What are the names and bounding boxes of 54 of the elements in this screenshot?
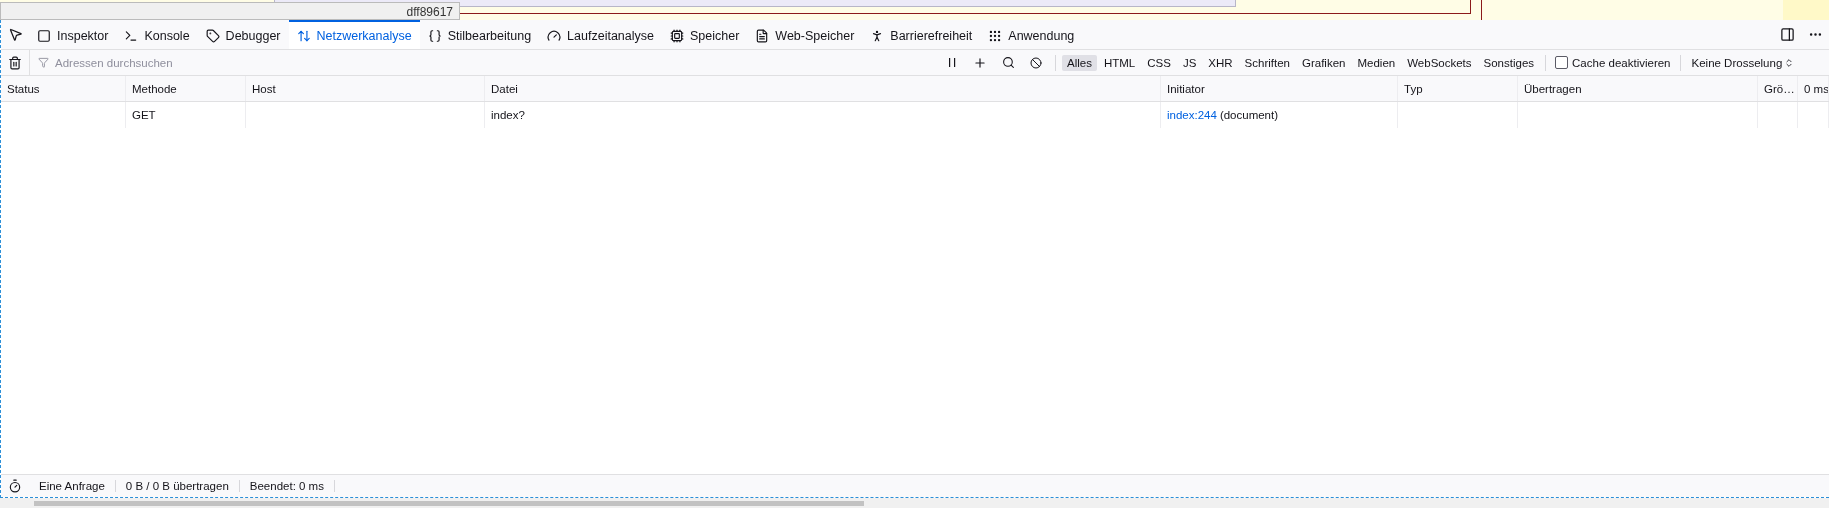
gauge-icon: [547, 28, 562, 43]
checkbox[interactable]: [1555, 56, 1569, 69]
initiator-type: (document): [1219, 109, 1279, 121]
status-text: 0 B / 0 B übertragen: [115, 480, 240, 492]
terminal-icon: [124, 28, 139, 43]
grid-icon: [988, 28, 1003, 43]
devtools-tab[interactable]: Web-Speicher: [747, 20, 863, 49]
filter-button[interactable]: Medien: [1352, 54, 1401, 71]
tag-icon: [205, 28, 220, 43]
filter-button[interactable]: CSS: [1142, 54, 1176, 71]
column-header[interactable]: Typ: [1398, 76, 1518, 101]
throttling-select[interactable]: Keine Drosselung: [1685, 56, 1801, 69]
filter-button[interactable]: Alles: [1062, 54, 1097, 71]
filter-icon: [38, 57, 49, 68]
arrows-icon: [296, 28, 311, 43]
devtools-tab[interactable]: Netzwerkanalyse: [288, 20, 420, 49]
column-header[interactable]: Host: [246, 76, 485, 101]
column-header[interactable]: 0 ms: [1798, 76, 1829, 101]
status-text: Beendet: 0 ms: [239, 480, 335, 492]
column-header[interactable]: Datei: [485, 76, 1161, 101]
search-field[interactable]: Adressen durchsuchen: [53, 55, 357, 70]
braces-icon: [427, 28, 442, 43]
checkbox-label: Cache deaktivieren: [1572, 56, 1671, 69]
devtools-tab[interactable]: Speicher: [662, 20, 748, 49]
table-cell: GET: [132, 109, 156, 121]
url-tooltip: dff89617: [0, 2, 460, 20]
chevron-icon: [1784, 57, 1795, 68]
column-header[interactable]: Methode: [126, 76, 246, 101]
chip-icon: [670, 28, 684, 43]
filter-button[interactable]: Sonstiges: [1478, 54, 1540, 71]
status-text: Eine Anfrage: [29, 480, 116, 492]
square-icon: [37, 28, 51, 43]
devtools-tab[interactable]: Barrierefreiheit: [862, 20, 981, 49]
filter-button[interactable]: Schriften: [1239, 54, 1295, 71]
page-sidebar: [1783, 0, 1829, 20]
column-header[interactable]: Initiator: [1161, 76, 1398, 101]
table-cell: index?: [491, 109, 525, 121]
column-header[interactable]: Status: [1, 76, 126, 101]
devtools-tab[interactable]: Anwendung: [980, 20, 1083, 49]
filter-button[interactable]: HTML: [1098, 54, 1141, 71]
document-icon: [755, 28, 770, 43]
devtools-tab[interactable]: Debugger: [197, 20, 289, 49]
devtools-tab[interactable]: Konsole: [116, 20, 198, 49]
devtools-tab[interactable]: Inspektor: [29, 20, 117, 49]
initiator-link[interactable]: index:244: [1167, 109, 1217, 121]
column-header[interactable]: Übertragen: [1518, 76, 1758, 101]
filter-button[interactable]: WebSockets: [1402, 54, 1477, 71]
column-header[interactable]: Grö…: [1758, 76, 1798, 101]
scrollbar-thumb[interactable]: [34, 500, 864, 506]
devtools-tab[interactable]: Stilbearbeitung: [419, 20, 540, 49]
filter-button[interactable]: XHR: [1203, 54, 1238, 71]
filter-button[interactable]: Grafiken: [1297, 54, 1351, 71]
filter-button[interactable]: JS: [1177, 54, 1202, 71]
devtools-tab[interactable]: Laufzeitanalyse: [539, 20, 662, 49]
